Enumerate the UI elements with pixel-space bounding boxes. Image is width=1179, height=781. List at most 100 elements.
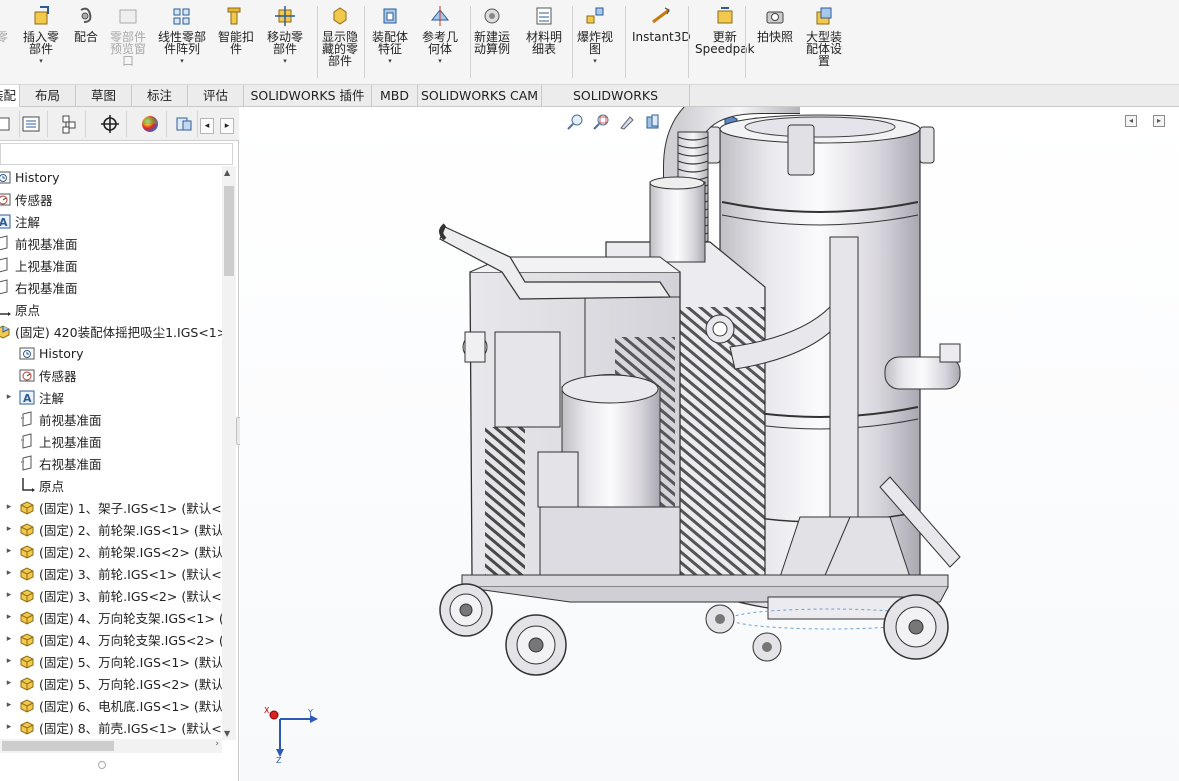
ribbon-separator — [470, 6, 471, 78]
ribbon-button-3[interactable]: 零部件 预览窗 口 — [110, 6, 146, 67]
expand-arrow-icon[interactable]: ▸ — [0, 546, 18, 556]
tab-configuration-manager[interactable] — [52, 111, 86, 137]
tree-item[interactable]: ▸ (固定) 1、架子.IGS<1> (默认<< — [0, 496, 222, 518]
tab-4[interactable]: 评估 — [188, 85, 244, 107]
manager-tabs: ◂ ▸ — [0, 107, 239, 141]
tree-item[interactable]: History — [0, 166, 59, 188]
tree-item[interactable]: ▸ (固定) 4、万向轮支架.IGS<2> (默 — [0, 628, 222, 650]
ribbon-button-16[interactable]: 大型装 配体设 置 — [806, 6, 842, 67]
expand-arrow-icon[interactable]: ▸ — [0, 656, 18, 666]
tab-8[interactable]: SOLIDWORKS Inspection — [542, 85, 690, 124]
tree-item[interactable]: ▸ (固定) 6、电机底.IGS<1> (默认< — [0, 694, 222, 716]
feature-tree: History 传感器 A 注解 前视基准面 上视基准面 右视基准面 原点 (固定) 420装配… — [0, 166, 222, 740]
new-motion-study-icon — [481, 6, 503, 31]
expand-arrow-icon[interactable]: ▸ — [0, 612, 18, 622]
tree-item[interactable]: ▸ (固定) 4、万向轮支架.IGS<1> (默 — [0, 606, 222, 628]
tree-horizontal-scrollbar[interactable]: › — [0, 739, 222, 753]
tree-item-label: History — [39, 345, 84, 361]
tree-item[interactable]: 上视基准面 — [0, 430, 102, 452]
tree-item[interactable]: 原点 — [0, 474, 64, 496]
ribbon-button-13[interactable]: Instant3D — [632, 6, 691, 43]
tree-item[interactable]: ▸ (固定) 3、前轮.IGS<2> (默认<< — [0, 584, 222, 606]
tab-6[interactable]: MBD — [372, 85, 418, 107]
tree-item[interactable]: ▸ A 注解 — [0, 386, 64, 408]
tree-horizontal-scroll-thumb[interactable] — [2, 741, 114, 751]
expand-arrow-icon[interactable]: ▸ — [0, 722, 18, 732]
expand-arrow-icon[interactable]: ▸ — [0, 634, 18, 644]
tab-0[interactable]: 装配体 — [0, 85, 20, 124]
tree-item[interactable]: ▸ (固定) 8、前壳.IGS<1> (默认<< — [0, 716, 222, 738]
tree-item[interactable]: 前视基准面 — [0, 232, 78, 254]
ribbon-button-11[interactable]: 材料明 细表 — [526, 6, 562, 55]
tree-item[interactable]: ▸ (固定) 3、前轮.IGS<1> (默认<< — [0, 562, 222, 584]
scroll-down-arrow-icon[interactable]: ▼ — [224, 729, 230, 738]
tab-1[interactable]: 布局 — [20, 85, 76, 107]
scroll-up-arrow-icon[interactable]: ▲ — [224, 168, 230, 177]
tabs-scroll-left-button[interactable]: ◂ — [200, 118, 214, 134]
tab-7[interactable]: SOLIDWORKS CAM — [418, 85, 542, 107]
ribbon-button-15[interactable]: 拍快照 — [757, 6, 793, 43]
graphics-area[interactable]: ◂ ▸ X Y Z — [240, 107, 1179, 781]
tree-item[interactable]: History — [0, 342, 83, 364]
tree-item[interactable]: 前视基准面 — [0, 408, 102, 430]
dropdown-arrow-icon[interactable]: ▾ — [283, 57, 287, 65]
tabs-scroll-right-button[interactable]: ▸ — [220, 118, 234, 134]
tree-item[interactable]: 右视基准面 — [0, 276, 78, 298]
dropdown-arrow-icon[interactable]: ▾ — [438, 57, 442, 65]
history-icon — [0, 169, 12, 185]
expand-arrow-icon[interactable]: ▸ — [0, 590, 18, 600]
tree-item[interactable]: ▸ (固定) 2、前轮架.IGS<1> (默认< — [0, 518, 222, 540]
tree-vertical-scrollbar[interactable]: ▲ ▼ — [222, 166, 236, 740]
tab-5[interactable]: SOLIDWORKS 插件 — [244, 85, 372, 107]
ribbon-button-5[interactable]: 智能扣 件 — [218, 6, 254, 55]
command-manager-tabs: 装配体布局草图标注评估SOLIDWORKS 插件MBDSOLIDWORKS CA… — [0, 85, 1179, 124]
expand-arrow-icon[interactable]: ▸ — [0, 568, 18, 578]
svg-text:A: A — [23, 392, 32, 405]
cam-tree-icon — [176, 117, 191, 131]
tree-item[interactable]: 原点 — [0, 298, 40, 320]
ribbon-button-12[interactable]: 爆炸视 图 ▾ — [577, 6, 613, 65]
ribbon-button-8[interactable]: 装配体 特征 ▾ — [372, 6, 408, 65]
expand-arrow-icon[interactable]: ▸ — [0, 678, 18, 688]
tree-item-label: (固定) 1、架子.IGS<1> (默认<< — [39, 500, 222, 516]
tree-item[interactable]: ▸ (固定) 5、万向轮.IGS<2> (默认< — [0, 672, 222, 694]
panel-grip-icon[interactable] — [98, 761, 106, 769]
tree-item[interactable]: (固定) 420装配体摇把吸尘1.IGS<1> — [0, 320, 222, 342]
tree-item[interactable]: 上视基准面 — [0, 254, 78, 276]
dropdown-arrow-icon[interactable]: ▾ — [593, 57, 597, 65]
ribbon-button-6[interactable]: 移动零 部件 ▾ — [267, 6, 303, 65]
dropdown-arrow-icon[interactable]: ▾ — [39, 57, 43, 65]
ribbon-button-9[interactable]: 参考几 何体 ▾ — [422, 6, 458, 65]
tree-item[interactable]: A 注解 — [0, 210, 40, 232]
tree-item[interactable]: 右视基准面 — [0, 452, 102, 474]
tree-item[interactable]: 传感器 — [0, 364, 77, 386]
ribbon-button-10[interactable]: 新建运 动算例 — [474, 6, 510, 55]
vacuum-cleaner-model[interactable] — [240, 107, 1179, 781]
tab-property-manager[interactable] — [14, 111, 48, 137]
part-icon — [18, 587, 36, 603]
ribbon-button-7[interactable]: 显示隐 藏的零 部件 — [322, 6, 358, 67]
mate-icon — [75, 6, 97, 31]
tab-dimxpert-manager[interactable] — [93, 111, 127, 137]
ribbon-button-0[interactable]: 编辑零 件 — [0, 6, 8, 55]
expand-arrow-icon[interactable]: ▸ — [0, 700, 18, 710]
tree-item[interactable]: 传感器 — [0, 188, 53, 210]
dropdown-arrow-icon[interactable]: ▾ — [388, 57, 392, 65]
tab-3[interactable]: 标注 — [132, 85, 188, 107]
tree-filter-input[interactable] — [0, 143, 233, 165]
tree-vertical-scroll-thumb[interactable] — [224, 186, 234, 276]
tab-cam[interactable] — [170, 111, 198, 137]
ribbon-button-2[interactable]: 配合 — [74, 6, 98, 43]
tree-item[interactable]: ▸ (固定) 5、万向轮.IGS<1> (默认< — [0, 650, 222, 672]
tree-item-label: 右视基准面 — [15, 280, 78, 296]
tab-display-manager[interactable] — [133, 111, 167, 137]
ribbon-button-4[interactable]: 线性零部 件阵列 ▾ — [158, 6, 206, 65]
tab-2[interactable]: 草图 — [76, 85, 132, 107]
expand-arrow-icon[interactable]: ▸ — [0, 502, 18, 512]
scroll-right-arrow-icon[interactable]: › — [215, 739, 219, 749]
expand-arrow-icon[interactable]: ▸ — [0, 392, 18, 402]
dropdown-arrow-icon[interactable]: ▾ — [180, 57, 184, 65]
ribbon-button-1[interactable]: 插入零 部件 ▾ — [23, 6, 59, 65]
tree-item[interactable]: ▸ (固定) 2、前轮架.IGS<2> (默认< — [0, 540, 222, 562]
expand-arrow-icon[interactable]: ▸ — [0, 524, 18, 534]
